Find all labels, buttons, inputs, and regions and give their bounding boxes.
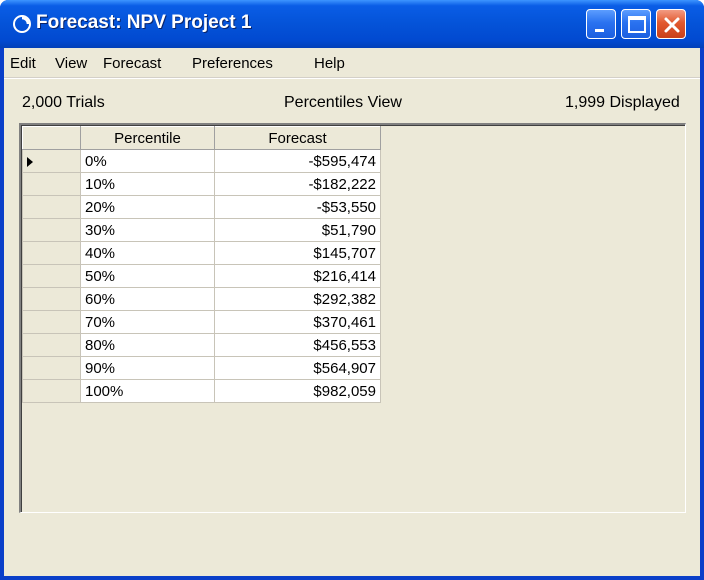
forecast-cell[interactable]: $292,382	[214, 287, 381, 311]
minimize-button[interactable]	[586, 9, 616, 39]
window-title: Forecast: NPV Project 1	[36, 12, 252, 33]
menu-view[interactable]: View	[55, 55, 87, 72]
maximize-button[interactable]	[621, 9, 651, 39]
row-header[interactable]	[22, 195, 81, 219]
percentile-cell[interactable]: 10%	[80, 172, 215, 196]
percentile-grid[interactable]: Percentile Forecast 0% -$595,474 10% -$1…	[19, 123, 686, 513]
percentile-cell[interactable]: 70%	[80, 310, 215, 334]
row-header[interactable]	[22, 356, 81, 380]
row-header[interactable]	[22, 218, 81, 242]
percentile-cell[interactable]: 90%	[80, 356, 215, 380]
grid-corner[interactable]	[22, 126, 81, 150]
table-row[interactable]: 20% -$53,550	[22, 195, 381, 219]
close-icon	[664, 17, 680, 33]
maximize-icon	[628, 16, 646, 33]
table-row[interactable]: 10% -$182,222	[22, 172, 381, 196]
row-header[interactable]	[22, 149, 81, 173]
forecast-cell[interactable]: -$595,474	[214, 149, 381, 173]
row-header[interactable]	[22, 310, 81, 334]
row-header[interactable]	[22, 241, 81, 265]
row-header[interactable]	[22, 379, 81, 403]
window-client-area: Edit View Forecast Preferences Help 2,00…	[4, 48, 700, 576]
menu-edit[interactable]: Edit	[10, 55, 36, 72]
row-header[interactable]	[22, 172, 81, 196]
forecast-cell[interactable]: $145,707	[214, 241, 381, 265]
forecast-cell[interactable]: $564,907	[214, 356, 381, 380]
menu-divider	[4, 78, 700, 79]
percentile-cell[interactable]: 0%	[80, 149, 215, 173]
table-row[interactable]: 80% $456,553	[22, 333, 381, 357]
table-row[interactable]: 30% $51,790	[22, 218, 381, 242]
menu-forecast[interactable]: Forecast	[103, 55, 161, 72]
percentile-cell[interactable]: 80%	[80, 333, 215, 357]
percentile-table: Percentile Forecast 0% -$595,474 10% -$1…	[22, 126, 381, 403]
forecast-window: Forecast: NPV Project 1 Edit View Foreca…	[0, 0, 704, 580]
title-bar[interactable]: Forecast: NPV Project 1	[0, 0, 704, 48]
percentile-cell[interactable]: 30%	[80, 218, 215, 242]
column-header-percentile[interactable]: Percentile	[80, 126, 215, 150]
crystal-ball-icon[interactable]	[12, 14, 32, 34]
table-header-row: Percentile Forecast	[22, 126, 381, 150]
menu-preferences[interactable]: Preferences	[192, 55, 273, 72]
close-button[interactable]	[656, 9, 686, 39]
percentile-cell[interactable]: 20%	[80, 195, 215, 219]
table-row[interactable]: 100% $982,059	[22, 379, 381, 403]
displayed-count: 1,999 Displayed	[565, 94, 680, 111]
forecast-cell[interactable]: $370,461	[214, 310, 381, 334]
percentile-cell[interactable]: 40%	[80, 241, 215, 265]
column-header-forecast[interactable]: Forecast	[214, 126, 381, 150]
table-row[interactable]: 60% $292,382	[22, 287, 381, 311]
table-row[interactable]: 50% $216,414	[22, 264, 381, 288]
forecast-cell[interactable]: $216,414	[214, 264, 381, 288]
table-row[interactable]: 40% $145,707	[22, 241, 381, 265]
table-row[interactable]: 90% $564,907	[22, 356, 381, 380]
view-name: Percentiles View	[284, 94, 402, 111]
percentile-cell[interactable]: 100%	[80, 379, 215, 403]
percentile-cell[interactable]: 50%	[80, 264, 215, 288]
percentile-cell[interactable]: 60%	[80, 287, 215, 311]
row-header[interactable]	[22, 287, 81, 311]
trials-count: 2,000 Trials	[22, 94, 105, 111]
forecast-cell[interactable]: $456,553	[214, 333, 381, 357]
table-row[interactable]: 70% $370,461	[22, 310, 381, 334]
forecast-cell[interactable]: $51,790	[214, 218, 381, 242]
minimize-icon	[595, 29, 604, 32]
forecast-cell[interactable]: -$53,550	[214, 195, 381, 219]
row-pointer-icon	[27, 156, 33, 167]
row-header[interactable]	[22, 264, 81, 288]
menu-help[interactable]: Help	[314, 55, 345, 72]
grid-inner-border: Percentile Forecast 0% -$595,474 10% -$1…	[21, 125, 685, 512]
menu-bar: Edit View Forecast Preferences Help	[4, 48, 700, 78]
table-row[interactable]: 0% -$595,474	[22, 149, 381, 173]
forecast-cell[interactable]: $982,059	[214, 379, 381, 403]
forecast-cell[interactable]: -$182,222	[214, 172, 381, 196]
row-header[interactable]	[22, 333, 81, 357]
